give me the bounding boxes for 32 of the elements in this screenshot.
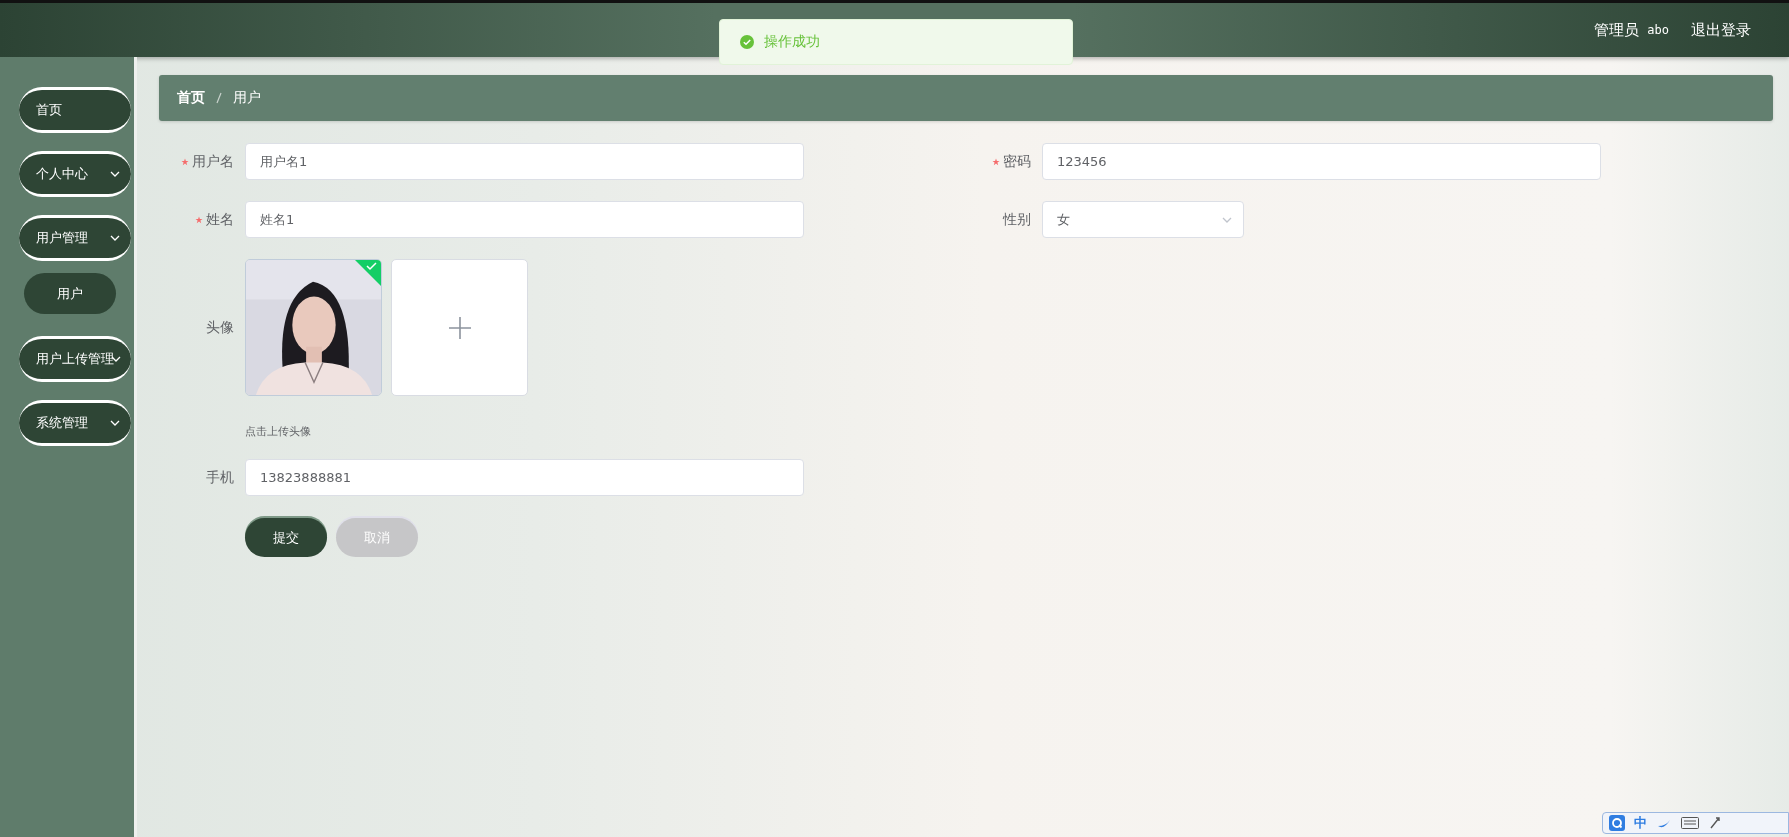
field-label: 密码 [1003,152,1031,171]
ime-logo-icon [1609,815,1625,831]
field-label: 姓名 [206,210,234,229]
check-circle-icon [740,35,754,49]
input-field[interactable]: 姓名1 [245,201,804,238]
user-role: 管理员 [1594,20,1640,40]
field-label: 用户名 [192,152,234,171]
breadcrumb-link[interactable]: 用户 [233,89,261,107]
menu-item[interactable]: 用户上传管理 [19,336,131,382]
menu-item[interactable]: 用户管理 [19,215,131,261]
menu-item[interactable]: 个人中心 [19,151,131,197]
upload-button[interactable] [391,259,528,396]
keyboard-icon [1681,817,1699,829]
select-field[interactable]: 女 [1042,201,1244,238]
field-label: 性别 [1003,210,1031,229]
input-field[interactable]: 13823888881 [245,459,804,496]
menu-item[interactable]: 系统管理 [19,400,131,446]
input-field[interactable]: 123456 [1042,143,1601,180]
toast-message: 操作成功 [764,33,820,51]
upload-hint: 点击上传头像 [245,425,311,438]
breadcrumb-link[interactable]: 首页 [177,89,205,107]
plus-icon [447,315,472,340]
field-label: 头像 [206,318,234,337]
menu-item[interactable]: 首页 [19,87,131,133]
input-field[interactable]: 用户名1 [245,143,804,180]
field-label: 手机 [206,468,234,487]
submenu-item[interactable]: 用户 [24,273,116,314]
logout-link[interactable]: 退出登录 [1691,20,1751,40]
submit-button[interactable]: 提交 [245,518,327,557]
username: abo [1647,23,1669,37]
input-mode-toggle[interactable]: 中 [1634,814,1647,832]
slash-separator-icon [215,91,223,105]
